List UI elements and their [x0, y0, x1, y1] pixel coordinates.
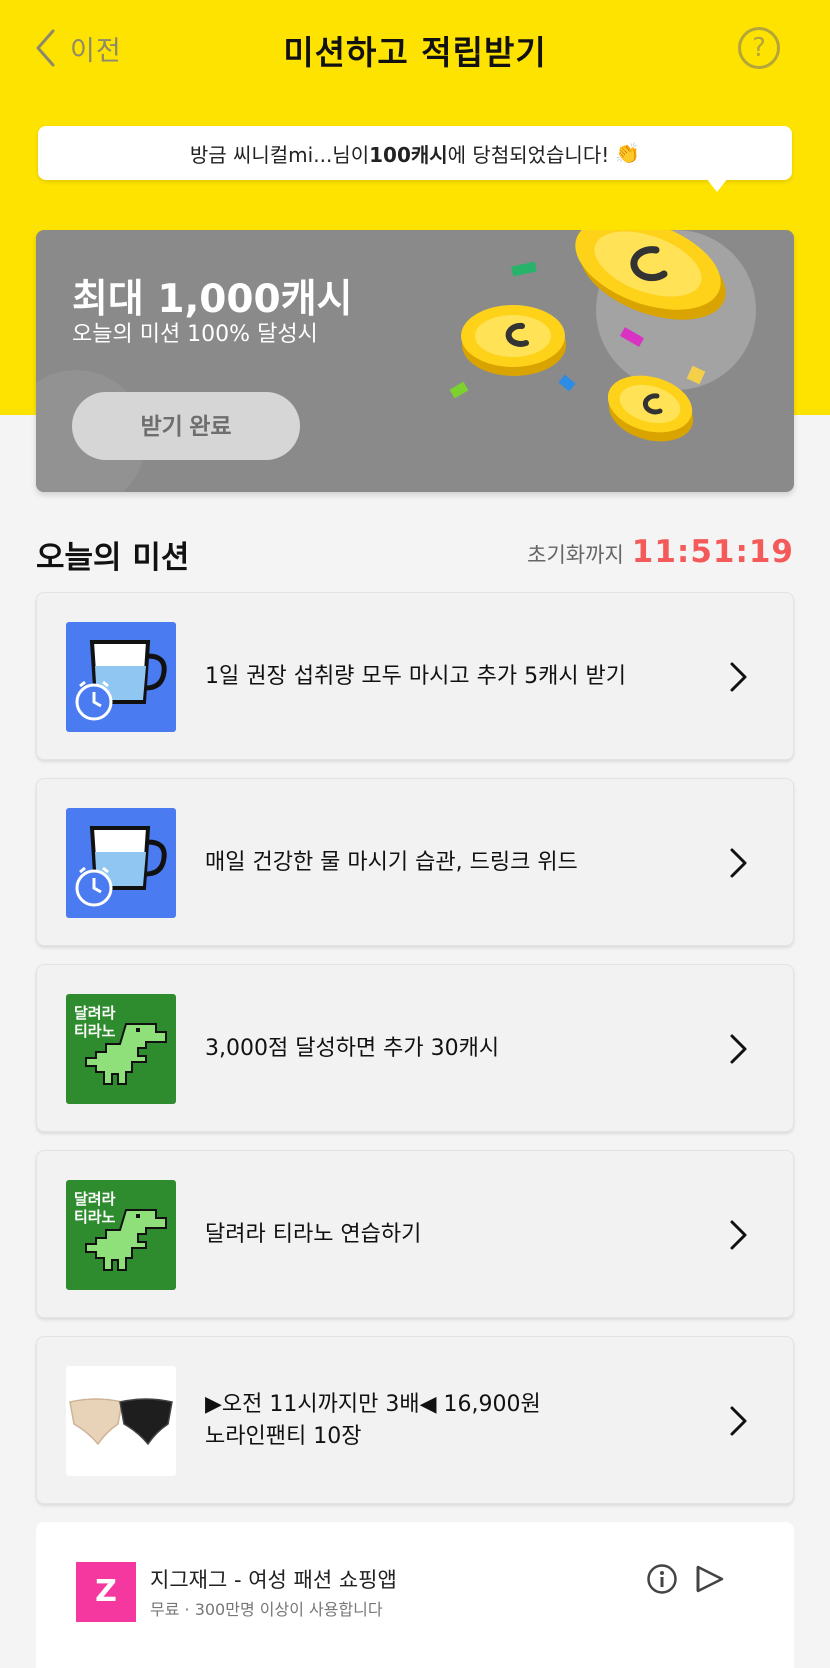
notice-prefix: 방금 씨니컬mi...님이 — [189, 142, 370, 167]
thumb-text-1: 달려라 — [74, 1004, 116, 1022]
water-cup-icon — [66, 622, 176, 732]
app-ad-card[interactable]: Z 지그재그 - 여성 패션 쇼핑앱 무료 · 300만명 이상이 사용합니다 — [36, 1522, 794, 1668]
dino-game-icon: 달려라 티라노 — [66, 1180, 176, 1290]
dino-game-icon: 달려라 티라노 — [66, 994, 176, 1104]
reward-banner: 최대 1,000캐시 오늘의 미션 100% 달성시 받기 완료 — [36, 230, 794, 492]
mission-card[interactable]: 달려라 티라노 달려라 티라노 연습하기 — [36, 1150, 794, 1318]
chevron-right-icon — [730, 1406, 747, 1436]
help-button[interactable]: ? — [738, 27, 780, 69]
mission-text: 달려라 티라노 연습하기 — [205, 1151, 705, 1319]
thumb-text-2: 티라노 — [74, 1208, 116, 1226]
ad-description: 무료 · 300만명 이상이 사용합니다 — [150, 1600, 383, 1619]
mission-title: 달려라 티라노 연습하기 — [205, 1222, 422, 1247]
mission-subtitle: 노라인팬티 10장 — [205, 1424, 362, 1449]
mission-text: 매일 건강한 물 마시기 습관, 드링크 위드 — [205, 779, 705, 947]
chevron-right-icon — [730, 1220, 747, 1250]
winner-notice: 방금 씨니컬mi...님이 100캐시 에 당첨되었습니다! 👏 — [38, 126, 792, 180]
zigzag-logo-icon: Z — [76, 1562, 136, 1622]
ad-choices-icon[interactable] — [692, 1562, 726, 1596]
ad-app-name: 지그재그 - 여성 패션 쇼핑앱 — [150, 1568, 397, 1592]
mission-text: 1일 권장 섭취량 모두 마시고 추가 5캐시 받기 — [205, 593, 705, 761]
app-header: 이전 미션하고 적립받기 ? — [0, 0, 830, 100]
reset-countdown: 11:51:19 — [631, 534, 794, 570]
mission-title: 매일 건강한 물 마시기 습관, 드링크 위드 — [205, 850, 578, 875]
missions-title: 오늘의 미션 — [36, 540, 190, 576]
notice-tail — [706, 178, 728, 192]
water-cup-icon — [66, 808, 176, 918]
mission-text: ▶오전 11시까지만 3배◀ 16,900원 노라인팬티 10장 — [205, 1337, 705, 1505]
claim-complete-button[interactable]: 받기 완료 — [72, 392, 300, 460]
notice-suffix: 에 당첨되었습니다! — [447, 142, 610, 167]
notice-amount: 100캐시 — [369, 142, 448, 167]
product-image — [66, 1366, 176, 1476]
thumb-text-1: 달려라 — [74, 1190, 116, 1208]
reset-timer: 초기화까지 11:51:19 — [527, 534, 794, 570]
info-icon[interactable] — [646, 1563, 678, 1595]
page-title: 미션하고 적립받기 — [283, 33, 547, 72]
mission-card[interactable]: ▶오전 11시까지만 3배◀ 16,900원 노라인팬티 10장 — [36, 1336, 794, 1504]
mission-card[interactable]: 달려라 티라노 3,000점 달성하면 추가 30캐시 — [36, 964, 794, 1132]
mission-card[interactable]: 매일 건강한 물 마시기 습관, 드링크 위드 — [36, 778, 794, 946]
chevron-right-icon — [730, 662, 747, 692]
mission-title: 1일 권장 섭취량 모두 마시고 추가 5캐시 받기 — [205, 664, 627, 689]
mission-text: 3,000점 달성하면 추가 30캐시 — [205, 965, 705, 1133]
mission-title: ▶오전 11시까지만 3배◀ 16,900원 — [205, 1392, 541, 1417]
chevron-right-icon — [730, 848, 747, 878]
thumb-text-2: 티라노 — [74, 1022, 116, 1040]
chevron-right-icon — [730, 1034, 747, 1064]
clap-icon: 👏 — [615, 141, 641, 165]
banner-subtitle: 오늘의 미션 100% 달성시 — [72, 322, 318, 347]
reset-label: 초기화까지 — [527, 543, 624, 567]
mission-card[interactable]: 1일 권장 섭취량 모두 마시고 추가 5캐시 받기 — [36, 592, 794, 760]
mission-title: 3,000점 달성하면 추가 30캐시 — [205, 1036, 500, 1061]
